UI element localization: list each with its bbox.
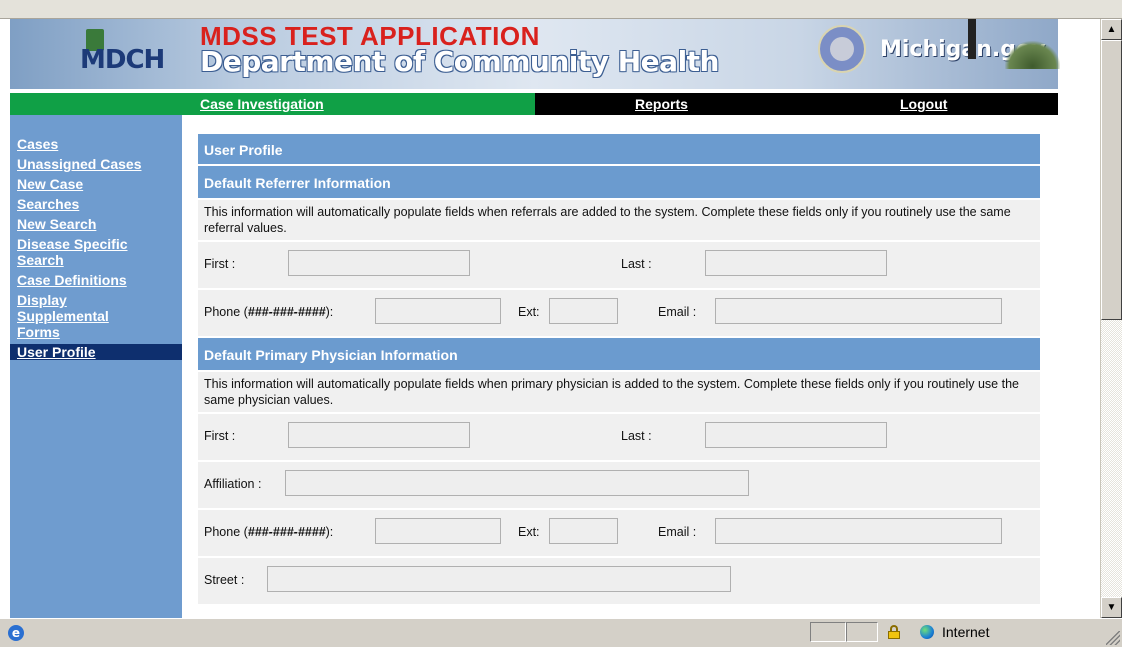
physician-street-label: Street : <box>204 573 245 587</box>
sidebar-item-user-profile[interactable]: User Profile <box>10 344 182 360</box>
referrer-phone-input[interactable] <box>376 299 500 323</box>
top-navigation: Case Investigation Reports Logout <box>10 93 1058 115</box>
internet-globe-icon <box>920 625 934 639</box>
lighthouse-icon <box>968 19 976 59</box>
browser-status-bar: e Internet <box>0 618 1122 647</box>
referrer-info-text: This information will automatically popu… <box>198 200 1040 242</box>
resize-grip-icon[interactable] <box>1106 631 1120 645</box>
physician-last-label: Last : <box>621 429 652 443</box>
sidebar-item-display-supplemental-forms[interactable]: Display Supplemental Forms <box>10 292 127 340</box>
sidebar-item-unassigned-cases[interactable]: Unassigned Cases <box>10 156 182 172</box>
referrer-last-field-box <box>705 250 887 276</box>
michigan-seal-icon <box>818 25 866 73</box>
physician-email-field-box <box>715 518 1002 544</box>
physician-first-label: First : <box>204 429 236 443</box>
ie-page-icon: e <box>8 625 24 641</box>
lock-body <box>888 631 900 639</box>
mdch-logo: MDCH <box>80 27 180 77</box>
referrer-first-input[interactable] <box>289 251 469 275</box>
sidebar-item-new-search[interactable]: New Search <box>10 216 182 232</box>
referrer-last-input[interactable] <box>706 251 886 275</box>
physician-affiliation-row: Affiliation : <box>198 462 1040 510</box>
scrollbar-thumb[interactable] <box>1101 40 1122 320</box>
vertical-scrollbar[interactable]: ▲ ▼ <box>1100 19 1122 618</box>
physician-first-input[interactable] <box>289 423 469 447</box>
referrer-first-field-box <box>288 250 470 276</box>
physician-phone-input[interactable] <box>376 519 500 543</box>
section-header-referrer: Default Referrer Information <box>198 166 1040 200</box>
sidebar-menu: Cases Unassigned Cases New Case Searches… <box>10 115 182 360</box>
phone-label-suffix: ): <box>325 525 334 539</box>
referrer-email-field-box <box>715 298 1002 324</box>
sidebar-item-disease-specific-search[interactable]: Disease Specific Search <box>10 236 137 268</box>
sidebar: Cases Unassigned Cases New Case Searches… <box>10 115 182 618</box>
lock-icon <box>888 625 900 639</box>
referrer-phone-label: Phone (###-###-####): <box>204 305 333 319</box>
physician-info-text: This information will automatically popu… <box>198 372 1040 414</box>
status-cell <box>810 622 846 642</box>
referrer-first-label: First : <box>204 257 236 271</box>
nav-reports[interactable]: Reports <box>635 96 688 112</box>
physician-phone-label: Phone (###-###-####): <box>204 525 333 539</box>
phone-format-hint: ###-###-#### <box>247 305 326 319</box>
scroll-up-arrow-icon[interactable]: ▲ <box>1101 19 1122 40</box>
physician-contact-row: Phone (###-###-####): Ext: Email : <box>198 510 1040 558</box>
physician-ext-input[interactable] <box>550 519 617 543</box>
physician-email-label: Email : <box>658 525 697 539</box>
referrer-phone-field-box <box>375 298 501 324</box>
section-header-physician: Default Primary Physician Information <box>198 338 1040 372</box>
referrer-email-input[interactable] <box>716 299 1001 323</box>
physician-affiliation-label: Affiliation : <box>204 477 262 491</box>
department-title: Department of Community Health <box>200 45 719 78</box>
security-zone-label: Internet <box>942 624 990 640</box>
physician-first-field-box <box>288 422 470 448</box>
sidebar-item-case-definitions[interactable]: Case Definitions <box>10 272 182 288</box>
status-cell <box>846 622 878 642</box>
browser-toolbar-strip <box>0 0 1122 19</box>
phone-label-prefix: Phone ( <box>204 305 248 319</box>
phone-format-hint: ###-###-#### <box>247 525 326 539</box>
phone-label-prefix: Phone ( <box>204 525 248 539</box>
physician-last-input[interactable] <box>706 423 886 447</box>
physician-phone-field-box <box>375 518 501 544</box>
header-banner: MDCH MDSS TEST APPLICATION Department of… <box>10 19 1060 89</box>
referrer-contact-row: Phone (###-###-####): Ext: Email : <box>198 290 1040 338</box>
trees-decoration <box>1005 41 1060 69</box>
page-title: User Profile <box>198 134 1040 166</box>
physician-affiliation-input[interactable] <box>286 471 748 495</box>
nav-case-investigation[interactable]: Case Investigation <box>200 96 324 112</box>
referrer-ext-label: Ext: <box>518 305 540 319</box>
sidebar-item-new-case[interactable]: New Case <box>10 176 182 192</box>
physician-street-input[interactable] <box>268 567 730 591</box>
physician-street-field-box <box>267 566 731 592</box>
nav-logout[interactable]: Logout <box>900 96 947 112</box>
phone-label-suffix: ): <box>325 305 334 319</box>
referrer-ext-input[interactable] <box>550 299 617 323</box>
physician-ext-label: Ext: <box>518 525 540 539</box>
physician-ext-field-box <box>549 518 618 544</box>
sidebar-item-cases[interactable]: Cases <box>10 136 182 152</box>
referrer-ext-field-box <box>549 298 618 324</box>
browser-viewport: MDCH MDSS TEST APPLICATION Department of… <box>0 19 1100 618</box>
physician-last-field-box <box>705 422 887 448</box>
physician-street-row: Street : <box>198 558 1040 606</box>
physician-email-input[interactable] <box>716 519 1001 543</box>
referrer-name-row: First : Last : <box>198 242 1040 290</box>
logo-text: MDCH <box>80 45 165 75</box>
physician-affiliation-field-box <box>285 470 749 496</box>
user-profile-form: User Profile Default Referrer Informatio… <box>198 134 1040 606</box>
referrer-last-label: Last : <box>621 257 652 271</box>
sidebar-item-searches[interactable]: Searches <box>10 196 182 212</box>
physician-name-row: First : Last : <box>198 414 1040 462</box>
scroll-down-arrow-icon[interactable]: ▼ <box>1101 597 1122 618</box>
referrer-email-label: Email : <box>658 305 697 319</box>
